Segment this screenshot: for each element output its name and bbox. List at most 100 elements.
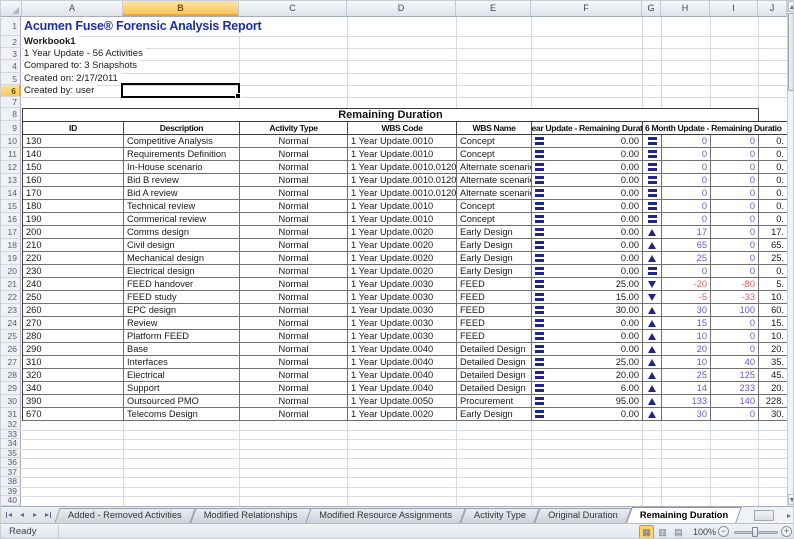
cell-wbs-name[interactable]: FEED [457,304,532,316]
header-id[interactable]: ID [23,122,124,134]
cell-wbs-name[interactable]: Detailed Design [457,369,532,381]
cell-id[interactable]: 260 [23,304,124,316]
cell-wbs-code[interactable]: 1 Year Update.0010 [348,148,457,160]
cell-trend-icon[interactable] [643,408,662,420]
cell-wbs-code[interactable]: 1 Year Update.0020 [348,408,457,420]
cell-delta-2[interactable]: 0 [711,265,759,277]
row-header-19[interactable]: 19 [1,252,21,265]
cell-six-month-value[interactable]: 35. [759,356,788,368]
zoom-level-label[interactable]: 100% [693,527,716,537]
cell-delta-2[interactable]: 0 [711,161,759,173]
cell-year-update-value[interactable]: 0.00 [532,408,643,420]
cell-year-update-value[interactable]: 0.00 [532,252,643,264]
cell-id[interactable]: 150 [23,161,124,173]
row-header-15[interactable]: 15 [1,200,21,213]
cell-six-month-value[interactable]: 5. [759,278,788,290]
cell-delta-2[interactable]: 0 [711,226,759,238]
cell-wbs-code[interactable]: 1 Year Update.0020 [348,239,457,251]
zoom-in-button[interactable]: + [781,526,792,537]
cell-activity-type[interactable]: Normal [240,187,348,199]
cell-year-update-value[interactable]: 0.00 [532,213,643,225]
cell-six-month-value[interactable]: 15. [759,317,788,329]
cell-description[interactable]: In-House scenario [124,161,240,173]
cell-wbs-name[interactable]: Alternate scenario [457,174,532,186]
cell-activity-type[interactable]: Normal [240,395,348,407]
cell-wbs-code[interactable]: 1 Year Update.0030 [348,291,457,303]
row-header-7[interactable]: 7 [1,97,21,108]
cell-delta-2[interactable]: 0 [711,213,759,225]
cell-description[interactable]: Outsourced PMO [124,395,240,407]
cell-trend-icon[interactable] [643,265,662,277]
cell-trend-icon[interactable] [643,161,662,173]
cell-id[interactable]: 340 [23,382,124,394]
report-title-cell[interactable]: Remaining Duration [22,108,759,122]
cell-delta-2[interactable]: -80 [711,278,759,290]
header-wbs-name[interactable]: WBS Name [457,122,532,134]
row-header-29[interactable]: 29 [1,382,21,395]
cell-activity-type[interactable]: Normal [240,174,348,186]
cell-wbs-name[interactable]: Early Design [457,265,532,277]
cell-year-update-value[interactable]: 30.00 [532,304,643,316]
cell-wbs-code[interactable]: 1 Year Update.0010.0120 [348,174,457,186]
header-year-update[interactable]: ear Update - Remaining Durat [532,122,643,134]
last-sheet-button[interactable] [42,509,54,522]
cell-trend-icon[interactable] [643,239,662,251]
cell-wbs-name[interactable]: FEED [457,317,532,329]
page-break-view-button[interactable]: ▤ [671,525,686,539]
cell-wbs-code[interactable]: 1 Year Update.0040 [348,343,457,355]
normal-view-button[interactable]: ▦ [639,525,654,539]
cell-trend-icon[interactable] [643,395,662,407]
column-header-I[interactable]: I [710,1,758,16]
cell-id[interactable]: 170 [23,187,124,199]
cell-delta-1[interactable]: 10 [662,356,711,368]
cell-trend-icon[interactable] [643,213,662,225]
cell-delta-2[interactable]: 0 [711,200,759,212]
cell-delta-1[interactable]: 0 [662,200,711,212]
cell-id[interactable]: 230 [23,265,124,277]
cell-id[interactable]: 390 [23,395,124,407]
cell-activity-type[interactable]: Normal [240,148,348,160]
horizontal-scroll-thumb[interactable] [754,510,774,521]
cell-year-update-value[interactable]: 25.00 [532,278,643,290]
row-header-28[interactable]: 28 [1,369,21,382]
cell-wbs-code[interactable]: 1 Year Update.0040 [348,382,457,394]
cell-id[interactable]: 280 [23,330,124,342]
cell-delta-1[interactable]: 15 [662,317,711,329]
cell-delta-2[interactable]: 0 [711,317,759,329]
row-header-5[interactable]: 5 [1,73,21,85]
cell-delta-1[interactable]: 0 [662,265,711,277]
info-cell-A1[interactable]: Acumen Fuse® Forensic Analysis Report [24,17,265,36]
cell-wbs-code[interactable]: 1 Year Update.0020 [348,265,457,277]
cell-year-update-value[interactable]: 95.00 [532,395,643,407]
cell-delta-1[interactable]: 17 [662,226,711,238]
cell-year-update-value[interactable]: 0.00 [532,148,643,160]
cell-description[interactable]: Bid A review [124,187,240,199]
cell-id[interactable]: 240 [23,278,124,290]
cell-delta-1[interactable]: 10 [662,330,711,342]
cell-activity-type[interactable]: Normal [240,200,348,212]
row-header-6[interactable]: 6 [1,85,21,97]
cell-delta-2[interactable]: 40 [711,356,759,368]
vertical-scroll-thumb[interactable] [788,13,794,91]
cell-six-month-value[interactable]: 0. [759,213,788,225]
cell-delta-2[interactable]: 0 [711,343,759,355]
cell-description[interactable]: Bid B review [124,174,240,186]
scroll-down-button[interactable] [788,494,794,505]
row-header-4[interactable]: 4 [1,60,21,72]
cell-six-month-value[interactable]: 0. [759,265,788,277]
next-sheet-button[interactable] [29,509,41,522]
cell-delta-1[interactable]: 133 [662,395,711,407]
cell-delta-1[interactable]: 20 [662,343,711,355]
cell-wbs-name[interactable]: Alternate scenario [457,161,532,173]
cell-delta-2[interactable]: 140 [711,395,759,407]
cell-six-month-value[interactable]: 0. [759,148,788,160]
row-header-3[interactable]: 3 [1,48,21,60]
cell-year-update-value[interactable]: 0.00 [532,187,643,199]
cell-activity-type[interactable]: Normal [240,278,348,290]
column-header-H[interactable]: H [661,1,710,16]
cell-year-update-value[interactable]: 0.00 [532,330,643,342]
cell-activity-type[interactable]: Normal [240,317,348,329]
cell-wbs-name[interactable]: Early Design [457,252,532,264]
row-header-40[interactable]: 40 [1,496,21,506]
cell-delta-1[interactable]: -5 [662,291,711,303]
